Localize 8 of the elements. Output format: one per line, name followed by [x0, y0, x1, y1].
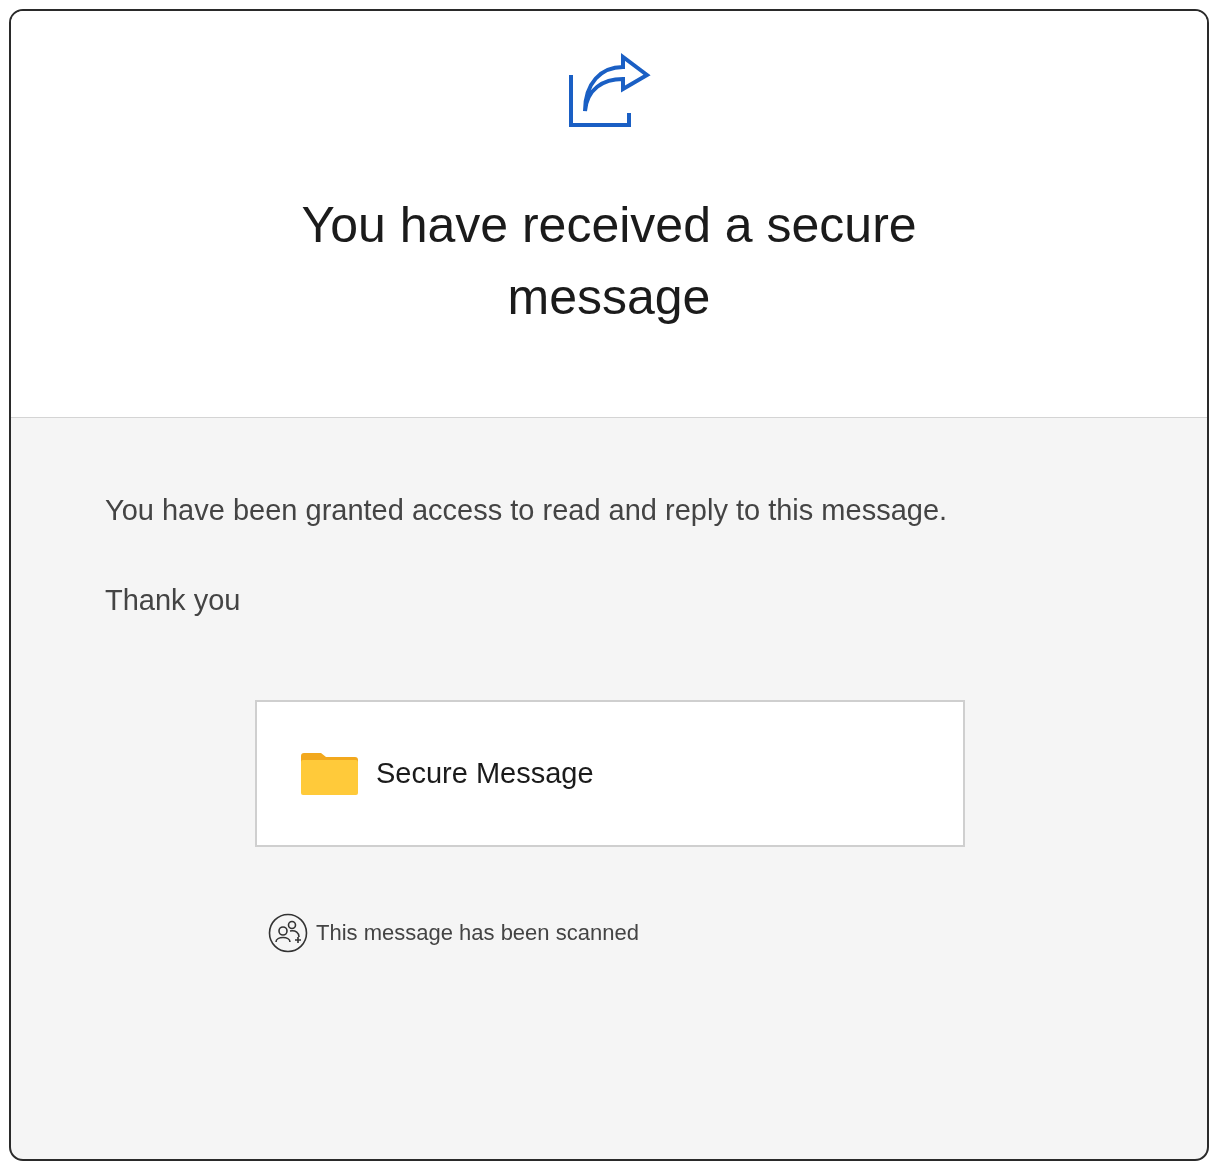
scan-notice: This message has been scanned [316, 920, 639, 946]
people-icon [268, 913, 308, 953]
body-text: Thank you [105, 583, 242, 618]
message-title: You have received a secure message [300, 196, 918, 327]
attachment-link[interactable]: Secure Message [255, 700, 965, 847]
share-icon [567, 53, 651, 129]
body-text: You have been granted access to read and reply to this message. [105, 493, 949, 528]
folder-icon [301, 752, 358, 795]
